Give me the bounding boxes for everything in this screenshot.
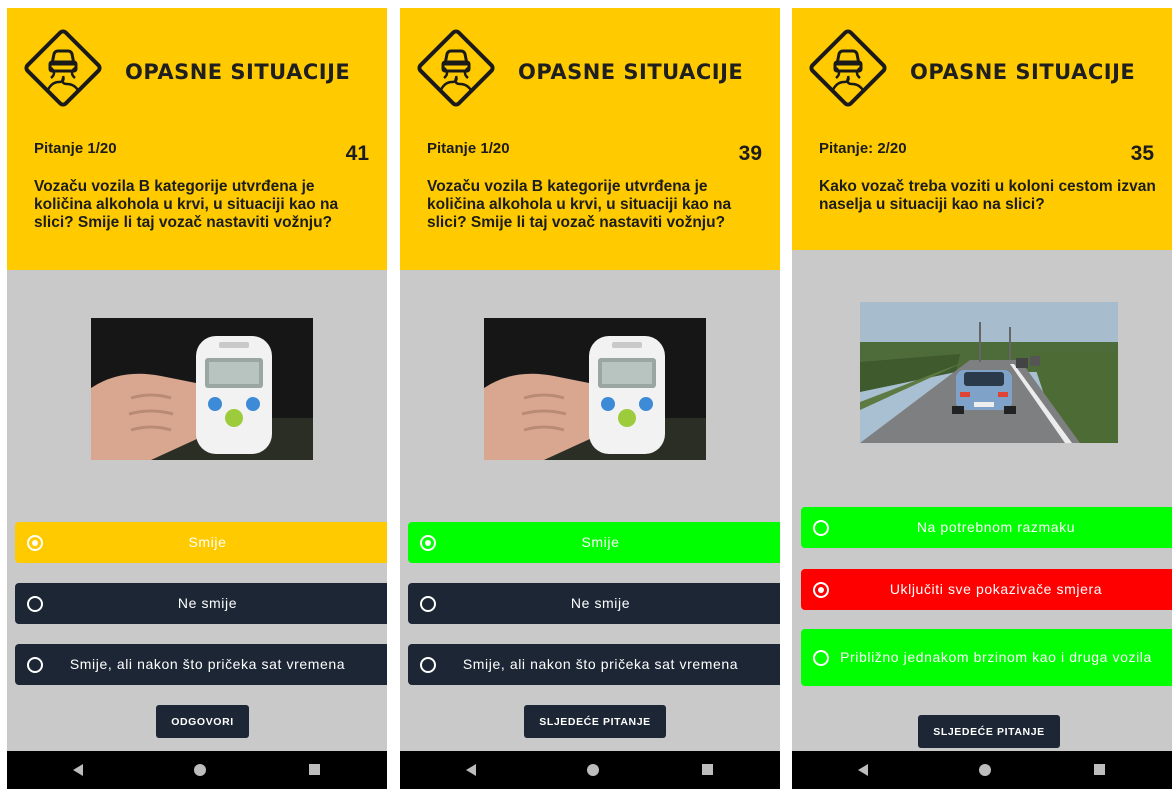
answer-label: Uključiti sve pokazivače smjera [889, 581, 1103, 597]
countdown-timer: 41 [345, 142, 369, 165]
answer-option-2[interactable]: Uključiti sve pokazivače smjera [801, 569, 1172, 610]
back-icon[interactable] [73, 764, 83, 776]
answer-label: Ne smije [177, 595, 238, 611]
radio-unchecked-icon[interactable] [813, 649, 829, 666]
app-title: OPASNE SITUACIJE [910, 60, 1136, 84]
back-icon[interactable] [858, 764, 868, 776]
question-text: Vozaču vozila B kategorije utvrđena je k… [427, 178, 732, 231]
question-text: Vozaču vozila B kategorije utvrđena je k… [34, 178, 339, 231]
answer-label: Smije, ali nakon što pričeka sat vremena [462, 656, 739, 672]
app-title: OPASNE SITUACIJE [125, 60, 351, 84]
countdown-timer: 39 [738, 142, 762, 165]
radio-unchecked-icon[interactable] [420, 656, 436, 673]
radio-unchecked-icon[interactable] [27, 595, 43, 612]
app-title: OPASNE SITUACIJE [518, 60, 744, 84]
header: OPASNE SITUACIJE Pitanje 1/20 39 Vozaču … [400, 8, 780, 270]
road-traffic-photo [860, 302, 1118, 443]
radio-unchecked-icon[interactable] [27, 656, 43, 673]
answer-option-2[interactable]: Ne smije [408, 583, 780, 624]
answer-option-3[interactable]: Smije, ali nakon što pričeka sat vremena [15, 644, 387, 685]
recents-icon[interactable] [1094, 764, 1105, 775]
breathalyzer-photo [91, 318, 313, 460]
answer-label: Smije, ali nakon što pričeka sat vremena [69, 656, 346, 672]
answer-option-1[interactable]: Smije [15, 522, 387, 563]
header: OPASNE SITUACIJE Pitanje: 2/20 35 Kako v… [792, 8, 1172, 250]
answer-label: Smije [581, 534, 620, 550]
radio-checked-icon[interactable] [420, 534, 436, 551]
slippery-road-logo-icon [809, 29, 887, 107]
back-icon[interactable] [466, 764, 476, 776]
system-navbar [792, 751, 1172, 789]
quiz-screen-3: OPASNE SITUACIJE Pitanje: 2/20 35 Kako v… [792, 8, 1172, 789]
answer-label: Ne smije [570, 595, 631, 611]
next-question-button[interactable]: SLJEDEĆE PITANJE [524, 705, 666, 738]
countdown-timer: 35 [1130, 142, 1154, 165]
recents-icon[interactable] [702, 764, 713, 775]
radio-unchecked-icon[interactable] [813, 519, 829, 536]
question-text: Kako vozač treba voziti u koloni cestom … [819, 178, 1156, 213]
answer-label: Smije [188, 534, 227, 550]
answer-option-2[interactable]: Ne smije [15, 583, 387, 624]
system-navbar [400, 751, 780, 789]
radio-unchecked-icon[interactable] [420, 595, 436, 612]
header: OPASNE SITUACIJE Pitanje 1/20 41 Vozaču … [7, 8, 387, 270]
breathalyzer-photo [484, 318, 706, 460]
recents-icon[interactable] [309, 764, 320, 775]
quiz-screen-1: OPASNE SITUACIJE Pitanje 1/20 41 Vozaču … [7, 8, 387, 789]
answer-option-3[interactable]: Približno jednakom brzinom kao i druga v… [801, 629, 1172, 686]
answer-label: Približno jednakom brzinom kao i druga v… [840, 649, 1152, 665]
system-navbar [7, 751, 387, 789]
next-question-button[interactable]: SLJEDEĆE PITANJE [918, 715, 1060, 748]
slippery-road-logo-icon [24, 29, 102, 107]
radio-checked-icon[interactable] [27, 534, 43, 551]
home-icon[interactable] [587, 764, 599, 776]
submit-answer-button[interactable]: ODGOVORI [156, 705, 249, 738]
quiz-screen-2: OPASNE SITUACIJE Pitanje 1/20 39 Vozaču … [400, 8, 780, 789]
question-counter: Pitanje: 2/20 [819, 140, 907, 157]
home-icon[interactable] [979, 764, 991, 776]
answer-option-1[interactable]: Na potrebnom razmaku [801, 507, 1172, 548]
answer-option-3[interactable]: Smije, ali nakon što pričeka sat vremena [408, 644, 780, 685]
answer-option-1[interactable]: Smije [408, 522, 780, 563]
slippery-road-logo-icon [417, 29, 495, 107]
question-counter: Pitanje 1/20 [427, 140, 510, 157]
radio-checked-icon[interactable] [813, 581, 829, 598]
answer-label: Na potrebnom razmaku [916, 519, 1076, 535]
question-counter: Pitanje 1/20 [34, 140, 117, 157]
home-icon[interactable] [194, 764, 206, 776]
